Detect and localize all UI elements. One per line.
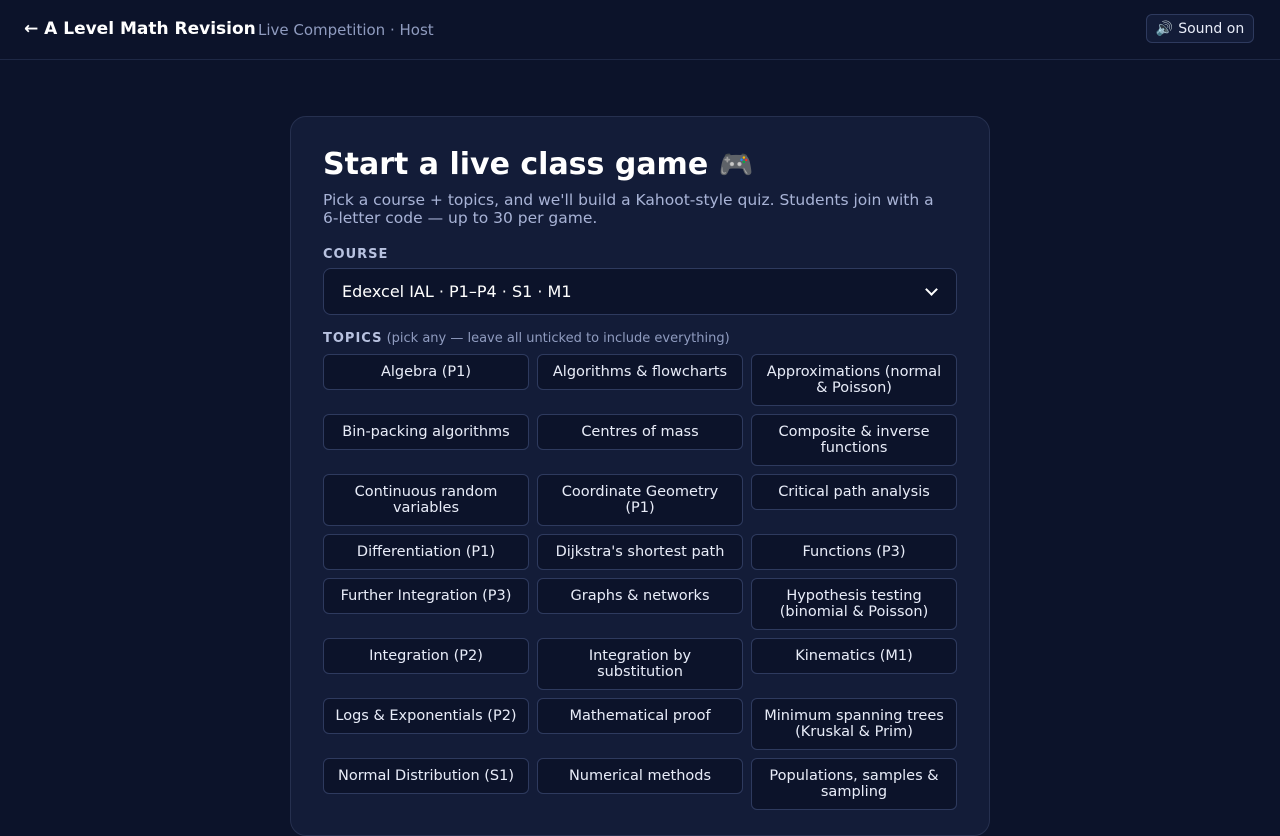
topic-chip[interactable]: Minimum spanning trees (Kruskal & Prim) — [751, 698, 957, 750]
topic-chip[interactable]: Algorithms & flowcharts — [537, 354, 743, 390]
topic-chip[interactable]: Mathematical proof — [537, 698, 743, 734]
back-link[interactable]: ← A Level Math Revision — [24, 19, 256, 39]
topic-chip[interactable]: Composite & inverse functions — [751, 414, 957, 466]
topic-chip[interactable]: Normal Distribution (S1) — [323, 758, 529, 794]
sound-toggle-button[interactable]: 🔊 Sound on — [1146, 14, 1254, 43]
topic-chip[interactable]: Kinematics (M1) — [751, 638, 957, 674]
topic-chip[interactable]: Further Integration (P3) — [323, 578, 529, 614]
topic-chip[interactable]: Graphs & networks — [537, 578, 743, 614]
topic-chip[interactable]: Integration (P2) — [323, 638, 529, 674]
top-bar: ← A Level Math Revision Live Competition… — [0, 0, 1280, 60]
topic-chip[interactable]: Differentiation (P1) — [323, 534, 529, 570]
course-select[interactable]: Edexcel IAL · P1–P4 · S1 · M1 — [323, 268, 957, 315]
topic-chip[interactable]: Centres of mass — [537, 414, 743, 450]
card-title: Start a live class game 🎮 — [323, 147, 754, 182]
game-setup-card: Start a live class game 🎮 Pick a course … — [290, 116, 990, 836]
card-description: Pick a course + topics, and we'll build … — [323, 191, 934, 227]
course-select-value: Edexcel IAL · P1–P4 · S1 · M1 — [342, 282, 572, 301]
topic-chip[interactable]: Algebra (P1) — [323, 354, 529, 390]
course-label: COURSE — [323, 247, 389, 262]
topics-label: TOPICS (pick any — leave all unticked to… — [323, 331, 730, 346]
topics-grid: Algebra (P1) Algorithms & flowcharts Appro… — [323, 354, 957, 810]
sound-toggle-label: Sound on — [1178, 20, 1245, 37]
topic-chip[interactable]: Integration by substitution — [537, 638, 743, 690]
topic-chip[interactable]: Continuous random variables — [323, 474, 529, 526]
speaker-icon: 🔊 — [1155, 20, 1174, 37]
page-subtitle: Live Competition · Host — [258, 21, 434, 39]
topic-chip[interactable]: Bin-packing algorithms — [323, 414, 529, 450]
game-controller-icon: 🎮 — [718, 148, 754, 181]
topic-chip[interactable]: Hypothesis testing (binomial & Poisson) — [751, 578, 957, 630]
topic-chip[interactable]: Numerical methods — [537, 758, 743, 794]
topics-label-title: TOPICS — [323, 331, 383, 346]
topic-chip[interactable]: Populations, samples & sampling — [751, 758, 957, 810]
topic-chip[interactable]: Coordinate Geometry (P1) — [537, 474, 743, 526]
topic-chip[interactable]: Functions (P3) — [751, 534, 957, 570]
topic-chip[interactable]: Critical path analysis — [751, 474, 957, 510]
topic-chip[interactable]: Logs & Exponentials (P2) — [323, 698, 529, 734]
topics-label-hint: (pick any — leave all unticked to includ… — [386, 331, 730, 346]
card-title-text: Start a live class game — [323, 147, 709, 182]
topic-chip[interactable]: Approximations (normal & Poisson) — [751, 354, 957, 406]
chevron-down-icon — [925, 283, 938, 296]
topic-chip[interactable]: Dijkstra's shortest path — [537, 534, 743, 570]
